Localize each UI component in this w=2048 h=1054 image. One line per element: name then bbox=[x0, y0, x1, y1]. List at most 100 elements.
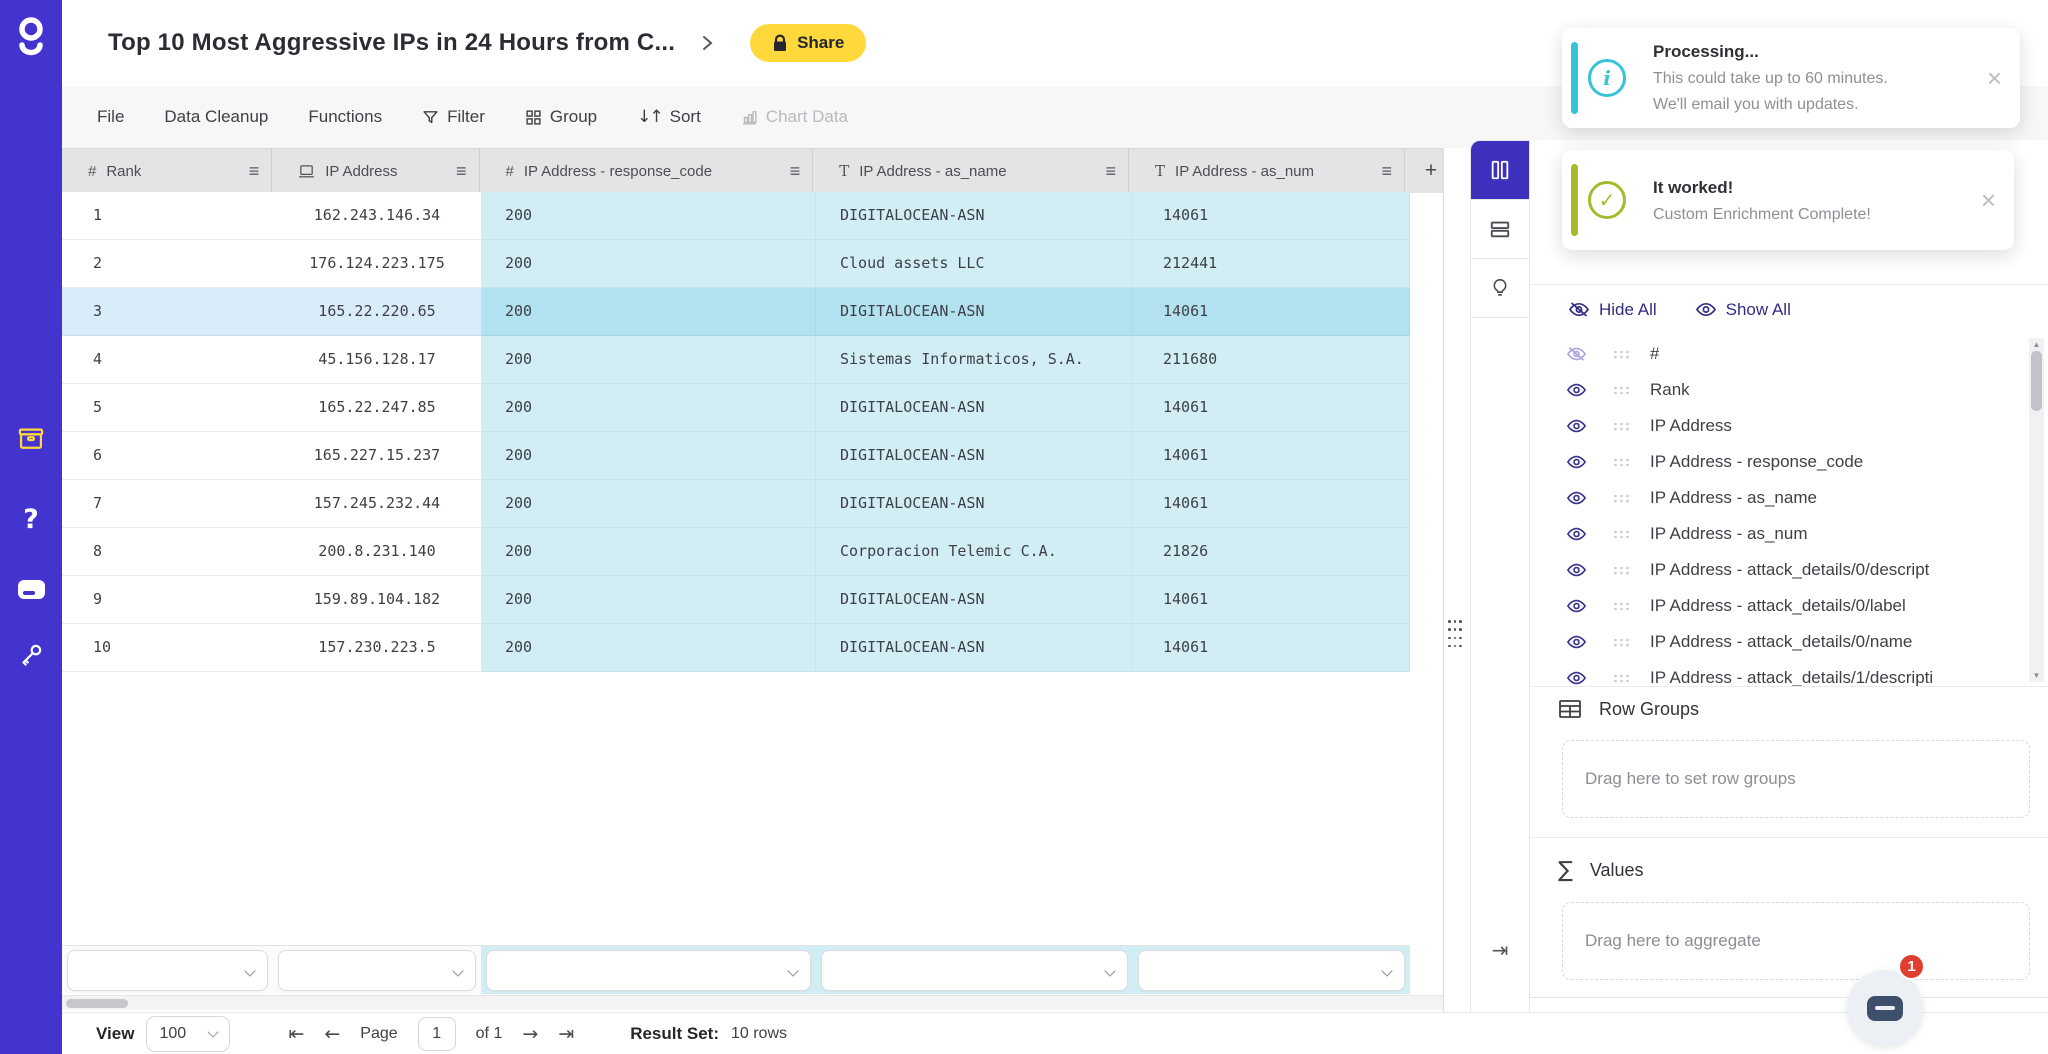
scroll-up-icon[interactable]: ▲ bbox=[2029, 340, 2044, 349]
cell[interactable]: DIGITALOCEAN-ASN bbox=[816, 576, 1133, 624]
table-row[interactable]: 2 176.124.223.175 200 Cloud assets LLC 2… bbox=[62, 240, 1410, 288]
menu-file[interactable]: File bbox=[97, 107, 124, 127]
column-list-item[interactable]: IP Address - response_code bbox=[1530, 444, 2048, 480]
tab-columns[interactable] bbox=[1471, 141, 1529, 200]
title-expand-chevron-icon[interactable] bbox=[701, 33, 714, 53]
eye-icon[interactable] bbox=[1566, 562, 1588, 578]
gigasheet-logo-icon[interactable] bbox=[13, 14, 49, 60]
column-filter-select[interactable] bbox=[1138, 950, 1405, 991]
cell[interactable]: 200 bbox=[481, 576, 816, 624]
api-key-icon[interactable] bbox=[0, 638, 62, 672]
column-menu-icon[interactable]: ≡ bbox=[1098, 161, 1117, 182]
cell[interactable]: 200 bbox=[481, 480, 816, 528]
cell[interactable]: 14061 bbox=[1133, 624, 1410, 672]
column-list-item[interactable]: IP Address - attack_details/0/descript bbox=[1530, 552, 2048, 588]
drag-grip-icon[interactable] bbox=[1613, 601, 1630, 612]
column-menu-icon[interactable]: ≡ bbox=[241, 161, 260, 182]
table-row[interactable]: 1 162.243.146.34 200 DIGITALOCEAN-ASN 14… bbox=[62, 192, 1410, 240]
column-filter-select[interactable] bbox=[821, 950, 1128, 991]
cell[interactable]: 1 bbox=[62, 192, 273, 240]
table-row[interactable]: 10 157.230.223.5 200 DIGITALOCEAN-ASN 14… bbox=[62, 624, 1410, 672]
cell[interactable]: 14061 bbox=[1133, 432, 1410, 480]
cell[interactable]: 165.22.220.65 bbox=[273, 288, 481, 336]
cell[interactable]: DIGITALOCEAN-ASN bbox=[816, 480, 1133, 528]
cell[interactable]: 14061 bbox=[1133, 384, 1410, 432]
drag-grip-icon[interactable] bbox=[1613, 565, 1630, 576]
eye-icon[interactable] bbox=[1566, 418, 1588, 434]
drag-grip-icon[interactable] bbox=[1613, 529, 1630, 540]
cell[interactable]: 165.22.247.85 bbox=[273, 384, 481, 432]
column-header-response-code[interactable]: # IP Address - response_code ≡ bbox=[480, 149, 814, 193]
column-filter-select[interactable] bbox=[67, 950, 268, 991]
collapse-panel-button[interactable]: ⇥ bbox=[1471, 938, 1529, 962]
menu-chart-data[interactable]: Chart Data bbox=[741, 107, 848, 127]
hide-all-button[interactable]: Hide All bbox=[1568, 300, 1657, 320]
drag-grip-icon[interactable] bbox=[1613, 349, 1630, 360]
eye-icon[interactable] bbox=[1566, 598, 1588, 614]
drag-grip-icon[interactable] bbox=[1613, 457, 1630, 468]
close-icon[interactable]: × bbox=[1981, 187, 1996, 213]
eye-icon[interactable] bbox=[1566, 634, 1588, 650]
cell[interactable]: 10 bbox=[62, 624, 273, 672]
show-all-button[interactable]: Show All bbox=[1695, 300, 1791, 320]
cell[interactable]: 5 bbox=[62, 384, 273, 432]
menu-filter[interactable]: Filter bbox=[422, 107, 485, 127]
menu-data-cleanup[interactable]: Data Cleanup bbox=[164, 107, 268, 127]
column-menu-icon[interactable]: ≡ bbox=[1373, 161, 1392, 182]
scrollbar-thumb[interactable] bbox=[2031, 351, 2042, 411]
cell[interactable]: 45.156.128.17 bbox=[273, 336, 481, 384]
cell[interactable]: 200 bbox=[481, 288, 816, 336]
cell[interactable]: Sistemas Informaticos, S.A. bbox=[816, 336, 1133, 384]
cell[interactable]: 200 bbox=[481, 240, 816, 288]
menu-sort[interactable]: ↓↑ Sort bbox=[637, 107, 701, 127]
cell[interactable]: 14061 bbox=[1133, 576, 1410, 624]
cell[interactable]: 162.243.146.34 bbox=[273, 192, 481, 240]
eye-off-icon[interactable] bbox=[1566, 346, 1588, 362]
first-page-button[interactable]: ⇤ bbox=[288, 1023, 304, 1045]
cell[interactable]: DIGITALOCEAN-ASN bbox=[816, 432, 1133, 480]
column-list-item[interactable]: IP Address bbox=[1530, 408, 2048, 444]
scroll-down-icon[interactable]: ▼ bbox=[2029, 671, 2044, 680]
library-archive-icon[interactable] bbox=[0, 422, 62, 456]
table-row[interactable]: 8 200.8.231.140 200 Corporacion Telemic … bbox=[62, 528, 1410, 576]
column-header-as-num[interactable]: T IP Address - as_num ≡ bbox=[1129, 149, 1405, 193]
menu-functions[interactable]: Functions bbox=[308, 107, 382, 127]
column-menu-icon[interactable]: ≡ bbox=[782, 161, 801, 182]
cell[interactable]: 21826 bbox=[1133, 528, 1410, 576]
drag-grip-icon[interactable] bbox=[1613, 385, 1630, 396]
drag-grip-icon[interactable] bbox=[1613, 637, 1630, 648]
cell[interactable]: 200.8.231.140 bbox=[273, 528, 481, 576]
table-row[interactable]: 7 157.245.232.44 200 DIGITALOCEAN-ASN 14… bbox=[62, 480, 1410, 528]
horizontal-scrollbar[interactable] bbox=[62, 995, 1443, 1010]
column-menu-icon[interactable]: ≡ bbox=[448, 161, 467, 182]
table-row[interactable]: 6 165.227.15.237 200 DIGITALOCEAN-ASN 14… bbox=[62, 432, 1410, 480]
help-icon[interactable]: ? bbox=[0, 502, 62, 536]
cell[interactable]: 200 bbox=[481, 384, 816, 432]
cell[interactable]: 157.245.232.44 bbox=[273, 480, 481, 528]
cell[interactable]: 211680 bbox=[1133, 336, 1410, 384]
tab-insights[interactable] bbox=[1471, 259, 1529, 318]
cell[interactable]: Cloud assets LLC bbox=[816, 240, 1133, 288]
drag-grip-icon[interactable] bbox=[1613, 421, 1630, 432]
column-list-item[interactable]: # bbox=[1530, 336, 2048, 372]
eye-icon[interactable] bbox=[1566, 526, 1588, 542]
cell[interactable]: 2 bbox=[62, 240, 273, 288]
column-list-item[interactable]: IP Address - attack_details/1/descripti bbox=[1530, 660, 2048, 686]
cell[interactable]: 157.230.223.5 bbox=[273, 624, 481, 672]
cell[interactable]: 200 bbox=[481, 192, 816, 240]
page-number-input[interactable] bbox=[418, 1017, 456, 1051]
panel-resize-grip[interactable] bbox=[1448, 620, 1462, 650]
next-page-button[interactable]: → bbox=[522, 1023, 538, 1045]
cell[interactable]: 8 bbox=[62, 528, 273, 576]
column-list-item[interactable]: Rank bbox=[1530, 372, 2048, 408]
eye-icon[interactable] bbox=[1566, 454, 1588, 470]
column-filter-select[interactable] bbox=[278, 950, 476, 991]
cell[interactable]: 7 bbox=[62, 480, 273, 528]
cell[interactable]: 176.124.223.175 bbox=[273, 240, 481, 288]
cell[interactable]: 9 bbox=[62, 576, 273, 624]
eye-icon[interactable] bbox=[1566, 670, 1588, 686]
eye-icon[interactable] bbox=[1566, 490, 1588, 506]
last-page-button[interactable]: ⇥ bbox=[558, 1023, 574, 1045]
column-filter-select[interactable] bbox=[486, 950, 811, 991]
cell[interactable]: DIGITALOCEAN-ASN bbox=[816, 288, 1133, 336]
